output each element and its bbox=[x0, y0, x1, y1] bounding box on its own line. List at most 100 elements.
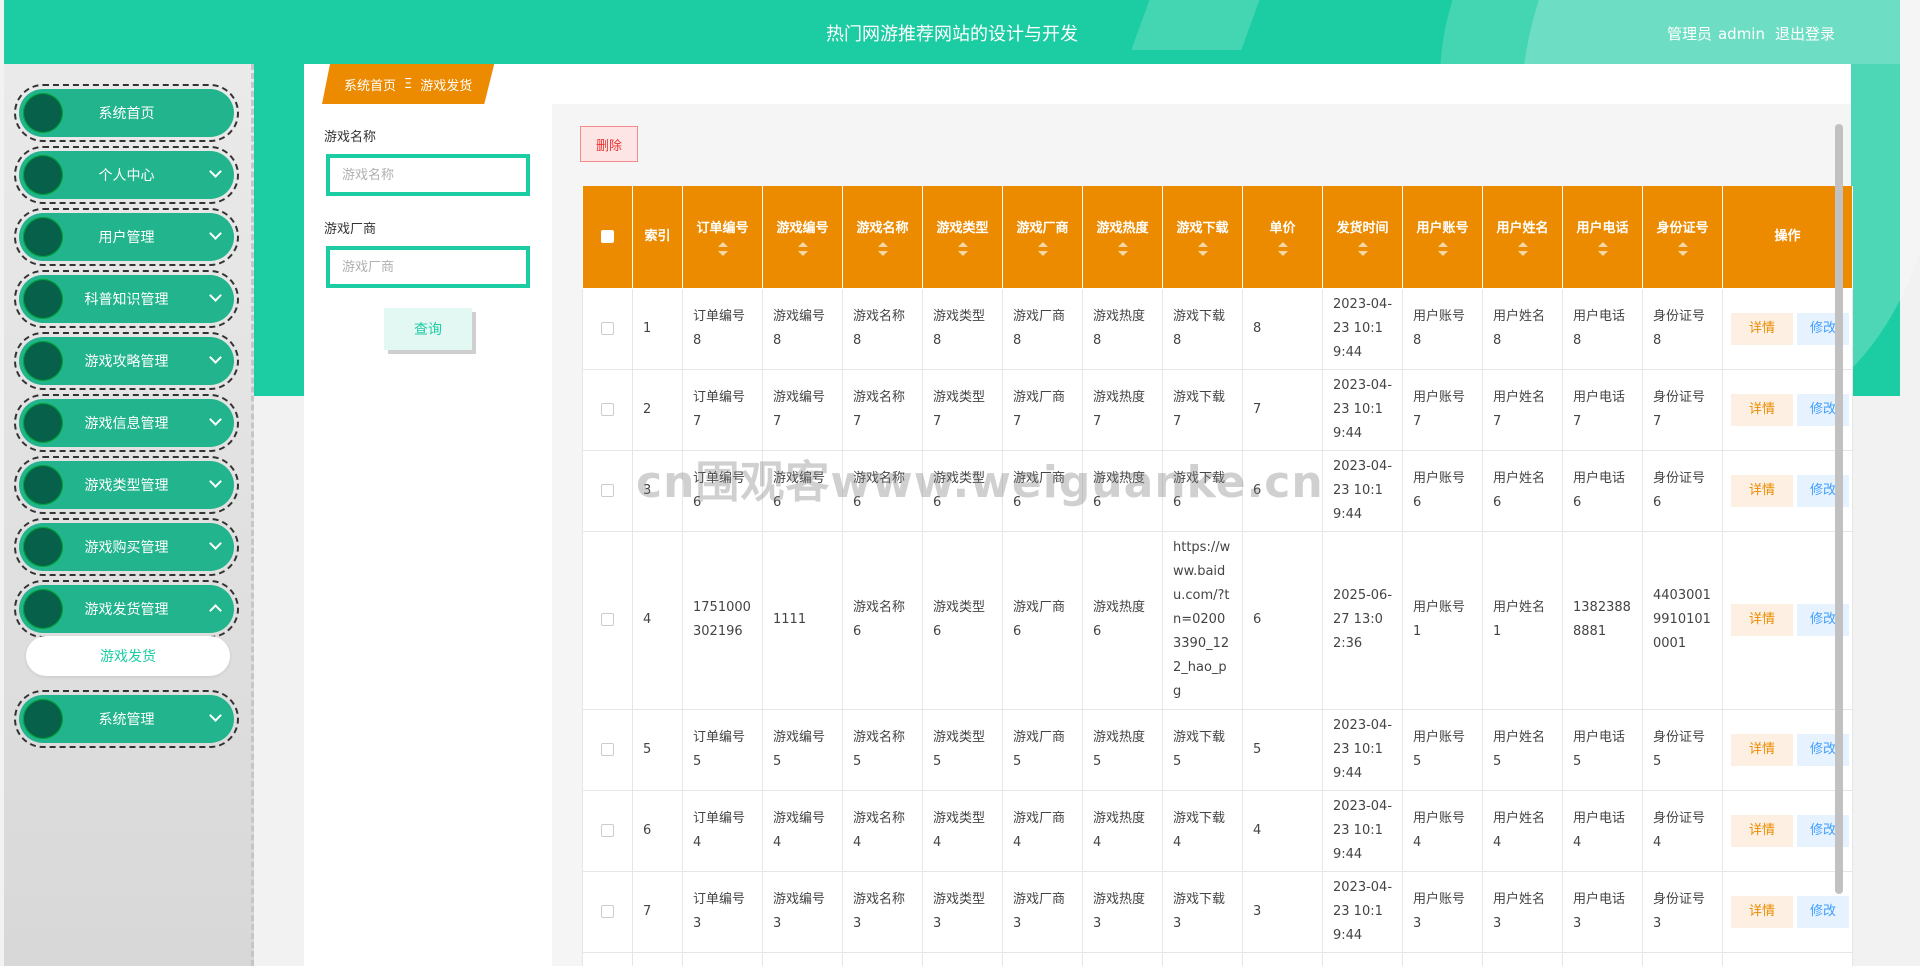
select-all-checkbox[interactable] bbox=[601, 229, 614, 243]
sidebar-item[interactable]: 游戏购买管理 bbox=[14, 518, 239, 576]
detail-button[interactable]: 详情 bbox=[1731, 733, 1793, 766]
table-cell: 身份证号3 bbox=[1642, 870, 1723, 953]
sidebar-item[interactable]: 用户管理 bbox=[14, 208, 239, 266]
column-header[interactable]: 游戏下载 bbox=[1162, 186, 1243, 289]
delete-button[interactable]: 删除 bbox=[580, 126, 638, 162]
table-cell: 身份证号6 bbox=[1642, 449, 1723, 532]
row-checkbox[interactable] bbox=[601, 402, 614, 416]
select-cell bbox=[582, 708, 633, 791]
table-cell: 用户电话6 bbox=[1562, 449, 1643, 532]
chevron-up-icon bbox=[209, 604, 222, 617]
table-cell: 2023-04-23 10:19:44 bbox=[1322, 287, 1403, 370]
detail-button[interactable]: 详情 bbox=[1731, 895, 1793, 928]
column-header[interactable]: 用户账号 bbox=[1402, 186, 1483, 289]
table-cell: 游戏厂商7 bbox=[1002, 368, 1083, 451]
sidebar-subitem-game-shipment[interactable]: 游戏发货 bbox=[26, 636, 230, 676]
table-cell bbox=[1002, 951, 1083, 966]
row-checkbox[interactable] bbox=[601, 823, 614, 837]
chevron-down-icon bbox=[209, 227, 222, 240]
column-header[interactable]: 游戏类型 bbox=[922, 186, 1003, 289]
sort-icon[interactable] bbox=[1357, 241, 1368, 256]
sort-icon[interactable] bbox=[1277, 241, 1288, 256]
game-vendor-input[interactable] bbox=[326, 246, 530, 288]
sidebar-item[interactable]: 游戏信息管理 bbox=[14, 394, 239, 452]
row-checkbox[interactable] bbox=[601, 613, 614, 626]
table-cell: 6 bbox=[1242, 530, 1323, 710]
select-cell bbox=[582, 789, 633, 872]
column-header[interactable]: 身份证号 bbox=[1642, 186, 1723, 289]
sidebar-item-pill: 用户管理 bbox=[19, 213, 234, 261]
sort-icon[interactable] bbox=[797, 241, 808, 256]
chevron-down-icon bbox=[209, 475, 222, 488]
table-cell: 身份证号4 bbox=[1642, 789, 1723, 872]
table-cell: 游戏下载3 bbox=[1162, 870, 1243, 953]
sort-icon[interactable] bbox=[1597, 241, 1608, 256]
column-header[interactable]: 单价 bbox=[1242, 186, 1323, 289]
sidebar-item[interactable]: 系统首页 bbox=[14, 84, 239, 142]
row-checkbox[interactable] bbox=[601, 483, 614, 497]
detail-button[interactable]: 详情 bbox=[1731, 814, 1793, 847]
sort-icon[interactable] bbox=[717, 241, 728, 256]
row-checkbox[interactable] bbox=[601, 742, 614, 756]
table-cell: 游戏名称7 bbox=[842, 368, 923, 451]
breadcrumb-home[interactable]: 系统首页 bbox=[344, 75, 396, 94]
sort-icon[interactable] bbox=[1197, 241, 1208, 256]
table-row: 2 订单编号7 游戏编号7 游戏名称7 游戏类型7 游戏厂商7 游戏热度7 游戏下载7 7 202… bbox=[582, 368, 1853, 451]
sort-icon[interactable] bbox=[877, 241, 888, 256]
table-cell bbox=[1562, 951, 1643, 966]
circle-icon bbox=[23, 403, 63, 443]
sidebar-item-pill: 科普知识管理 bbox=[19, 275, 234, 323]
detail-button[interactable]: 详情 bbox=[1731, 312, 1793, 345]
sidebar-item[interactable]: 游戏发货管理 bbox=[14, 580, 239, 638]
sort-icon[interactable] bbox=[1677, 241, 1688, 256]
column-header-label: 用户电话 bbox=[1576, 220, 1629, 236]
table-cell: 用户电话3 bbox=[1562, 870, 1643, 953]
sort-icon[interactable] bbox=[1037, 241, 1048, 256]
scrollbar[interactable] bbox=[1835, 124, 1843, 894]
circle-icon bbox=[23, 93, 63, 133]
sidebar-item-label: 个人中心 bbox=[98, 168, 155, 184]
column-header[interactable]: 游戏名称 bbox=[842, 186, 923, 289]
sidebar-item[interactable]: 游戏攻略管理 bbox=[14, 332, 239, 390]
actions-cell: 详情 修改 bbox=[1722, 368, 1853, 451]
sidebar-item[interactable]: 个人中心 bbox=[14, 146, 239, 204]
column-header[interactable]: 发货时间 bbox=[1322, 186, 1403, 289]
table-cell: 游戏下载5 bbox=[1162, 708, 1243, 791]
sort-icon[interactable] bbox=[1517, 241, 1528, 256]
column-header[interactable]: 订单编号 bbox=[682, 186, 763, 289]
game-name-input[interactable] bbox=[326, 154, 530, 196]
table-cell: 用户姓名3 bbox=[1482, 870, 1563, 953]
table-cell: 游戏热度3 bbox=[1082, 870, 1163, 953]
sidebar-item[interactable]: 游戏类型管理 bbox=[14, 456, 239, 514]
query-button[interactable]: 查询 bbox=[384, 308, 472, 350]
breadcrumb-current: 游戏发货 bbox=[420, 78, 473, 94]
column-header[interactable]: 游戏厂商 bbox=[1002, 186, 1083, 289]
edit-button[interactable]: 修改 bbox=[1797, 895, 1849, 928]
table-cell: 订单编号5 bbox=[682, 708, 763, 791]
sort-icon[interactable] bbox=[1437, 241, 1448, 256]
column-header[interactable]: 用户电话 bbox=[1562, 186, 1643, 289]
column-header[interactable]: 游戏热度 bbox=[1082, 186, 1163, 289]
row-checkbox[interactable] bbox=[601, 321, 614, 335]
row-checkbox[interactable] bbox=[601, 904, 614, 918]
sidebar-item[interactable]: 系统管理 bbox=[14, 690, 239, 748]
table-cell: 身份证号7 bbox=[1642, 368, 1723, 451]
sort-icon[interactable] bbox=[1117, 241, 1128, 256]
table-cell: 游戏名称5 bbox=[842, 708, 923, 791]
detail-button[interactable]: 详情 bbox=[1731, 604, 1793, 636]
actions-cell: 详情 修改 bbox=[1722, 789, 1853, 872]
sidebar-item[interactable]: 科普知识管理 bbox=[14, 270, 239, 328]
detail-button[interactable]: 详情 bbox=[1731, 474, 1793, 507]
sort-icon[interactable] bbox=[957, 241, 968, 256]
table-cell bbox=[582, 951, 633, 966]
column-header[interactable]: 游戏编号 bbox=[762, 186, 843, 289]
table-cell bbox=[1162, 951, 1243, 966]
sidebar-item-pill: 游戏发货管理 bbox=[19, 585, 234, 633]
table-cell: 用户账号1 bbox=[1402, 530, 1483, 710]
sidebar-item-label: 游戏攻略管理 bbox=[84, 354, 169, 370]
filter-panel: 游戏名称 游戏厂商 查询 bbox=[304, 104, 552, 966]
table-cell: 用户账号6 bbox=[1402, 449, 1483, 532]
column-header[interactable]: 用户姓名 bbox=[1482, 186, 1563, 289]
table-row: 3 订单编号6 游戏编号6 游戏名称6 游戏类型6 游戏厂商6 游戏热度6 游戏下载6 6 202… bbox=[582, 449, 1853, 532]
detail-button[interactable]: 详情 bbox=[1731, 393, 1793, 426]
